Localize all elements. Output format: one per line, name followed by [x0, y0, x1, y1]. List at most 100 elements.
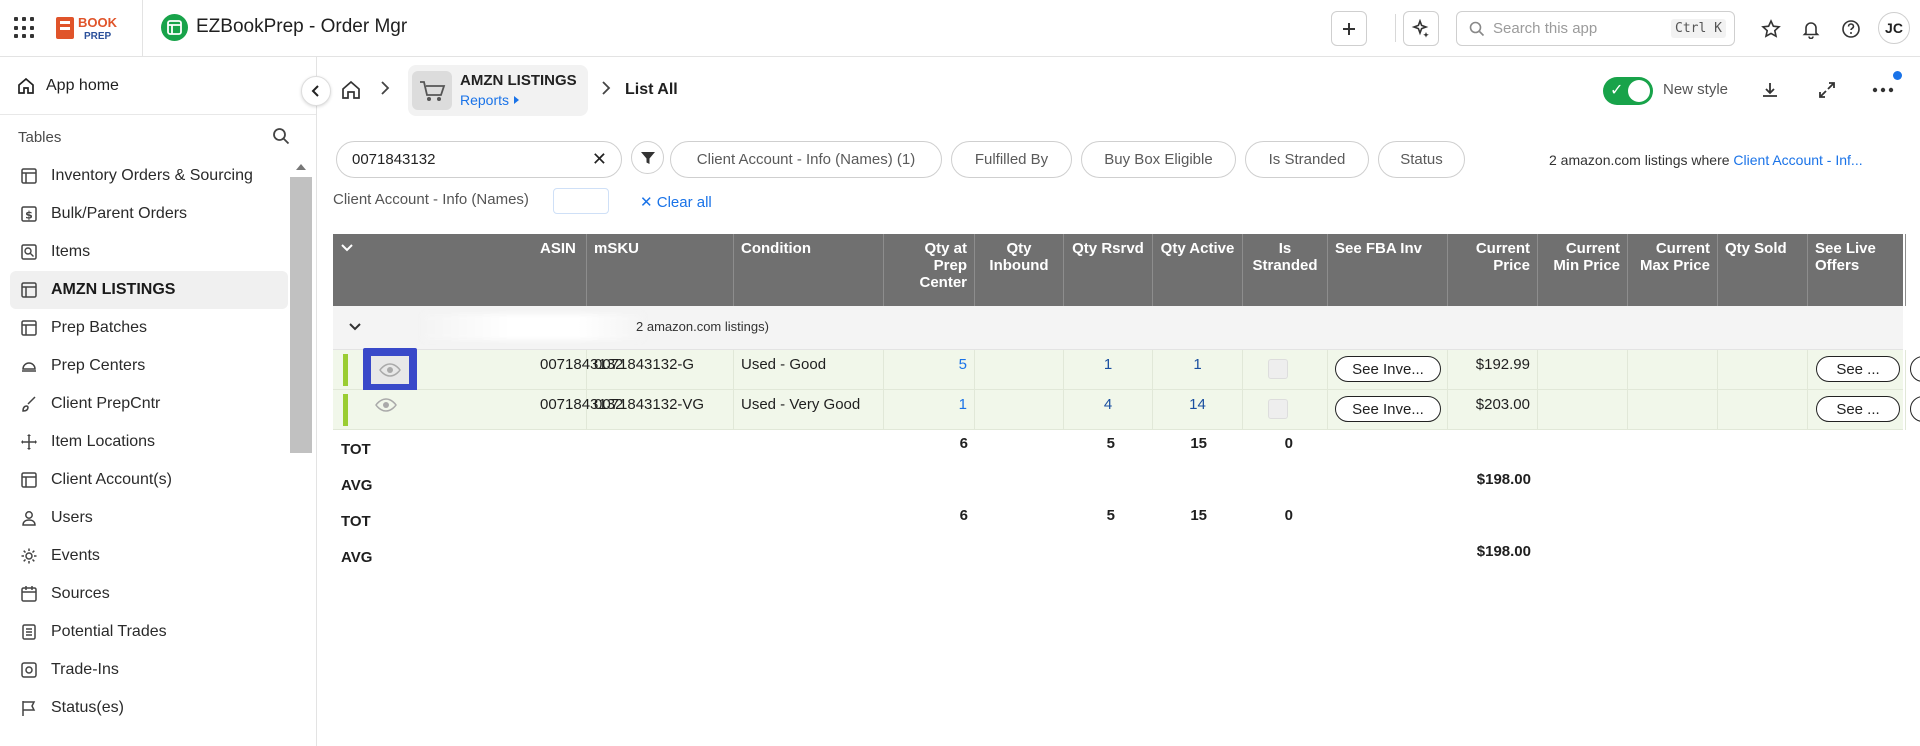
filter-pill-buy-box-eligible[interactable]: Buy Box Eligible — [1081, 141, 1236, 178]
flag-icon — [19, 698, 39, 718]
sidebar-item-amzn-listings[interactable]: AMZN LISTINGS — [10, 271, 288, 309]
summary-filter-link[interactable]: Client Account - Inf... — [1733, 152, 1862, 168]
cell-current-price: $203.00 — [1448, 390, 1538, 430]
sparkle-icon — [1411, 18, 1429, 38]
col-current-max-price[interactable]: Current Max Price — [1628, 234, 1718, 306]
sidebar-item-item-locations[interactable]: Item Locations — [10, 423, 288, 461]
col-condition[interactable]: Condition — [734, 234, 884, 306]
scroll-thumb[interactable] — [290, 177, 312, 453]
breadcrumb-home-icon[interactable] — [340, 79, 362, 106]
sidebar-item-label: Bulk/Parent Orders — [51, 205, 188, 222]
cell-max-price — [1628, 350, 1718, 390]
filter-pill-fulfilled-by[interactable]: Fulfilled By — [951, 141, 1072, 178]
cell-qty-prep[interactable]: 5 — [884, 350, 975, 390]
favorite-star-icon[interactable] — [1760, 18, 1782, 40]
scroll-up-arrow[interactable] — [296, 164, 306, 170]
filter-button[interactable] — [631, 141, 664, 174]
app-home-link[interactable]: App home — [16, 76, 119, 96]
collapse-sidebar-button[interactable] — [301, 76, 331, 106]
see-inventory-button[interactable]: See Inve... — [1335, 356, 1441, 382]
see-offers-button[interactable]: See ... — [1816, 356, 1900, 382]
add-button[interactable] — [1331, 11, 1367, 46]
sidebar-item-status-es[interactable]: Status(es) — [10, 689, 288, 727]
ezbookprep-logo[interactable]: BOOK PREP — [54, 13, 128, 43]
ad-button[interactable]: A — [1910, 356, 1920, 382]
help-icon[interactable] — [1840, 18, 1862, 40]
breadcrumb-table-card[interactable]: AMZN LISTINGS Reports — [408, 65, 588, 116]
group-header-row[interactable]: 2 amazon.com listings) — [333, 306, 1903, 350]
sidebar-item-items[interactable]: Items — [10, 233, 288, 271]
filter-pill-status[interactable]: Status — [1378, 141, 1465, 178]
see-inventory-button[interactable]: See Inve... — [1335, 396, 1441, 422]
view-row-button[interactable] — [375, 398, 397, 417]
col-see-fba-inv[interactable]: See FBA Inv — [1328, 234, 1448, 306]
sidebar-item-trade-ins[interactable]: Trade-Ins — [10, 651, 288, 689]
sidebar-item-client-account-s[interactable]: Client Account(s) — [10, 461, 288, 499]
sidebar-item-bulk-parent-orders[interactable]: $ Bulk/Parent Orders — [10, 195, 288, 233]
sidebar-item-events[interactable]: Events — [10, 537, 288, 575]
col-msku[interactable]: mSKU — [587, 234, 734, 306]
col-asin[interactable]: ASIN — [440, 234, 587, 306]
tables-search-icon[interactable] — [272, 127, 290, 150]
applied-filter-value-box[interactable] — [553, 188, 609, 214]
clear-all-link[interactable]: ✕ Clear all — [640, 193, 712, 211]
clear-search-icon[interactable]: ✕ — [592, 149, 607, 170]
filter-pill-client-account[interactable]: Client Account - Info (Names) (1) — [670, 141, 942, 178]
col-is-stranded[interactable]: Is Stranded — [1243, 234, 1328, 306]
sidebar-item-prep-centers[interactable]: Prep Centers — [10, 347, 288, 385]
col-qty-sold[interactable]: Qty Sold — [1718, 234, 1808, 306]
cell-asin: 0071843132 — [440, 350, 623, 390]
col-qty-active[interactable]: Qty Active — [1153, 234, 1243, 306]
download-icon[interactable] — [1759, 79, 1781, 101]
filter-search-value: 0071843132 — [352, 151, 436, 168]
notification-dot — [1893, 71, 1902, 80]
breadcrumb-reports-link[interactable]: Reports — [460, 92, 521, 108]
sidebar-item-client-prepcntr[interactable]: Client PrepCntr — [10, 385, 288, 423]
sidebar-item-label: Items — [51, 243, 91, 260]
sidebar-item-potential-trades[interactable]: Potential Trades — [10, 613, 288, 651]
collapse-all-header[interactable] — [333, 234, 440, 306]
stranded-checkbox[interactable] — [1268, 359, 1288, 379]
col-qty-prep[interactable]: Qty at Prep Center — [884, 234, 975, 306]
grand-total-qty-prep: 6 — [959, 507, 968, 524]
user-avatar[interactable]: JC — [1878, 12, 1910, 44]
new-style-toggle[interactable]: ✓ — [1603, 77, 1653, 105]
cell-qty-prep[interactable]: 1 — [884, 390, 975, 430]
filter-pill-is-stranded[interactable]: Is Stranded — [1245, 141, 1369, 178]
sidebar-table-list: Inventory Orders & Sourcing $ Bulk/Parent … — [10, 157, 288, 727]
table-row[interactable]: 0071843132 0071843132-G Used - Good 5 1 … — [333, 348, 1920, 392]
average-label: AVG — [341, 477, 373, 494]
more-options-icon[interactable] — [1871, 79, 1895, 101]
col-ad[interactable]: Ad — [1906, 234, 1920, 306]
table-row[interactable]: 0071843132 0071843132-VG Used - Very Goo… — [333, 390, 1920, 430]
col-current-price[interactable]: Current Price — [1448, 234, 1538, 306]
sidebar-item-users[interactable]: Users — [10, 499, 288, 537]
sidebar-item-prep-batches[interactable]: Prep Batches — [10, 309, 288, 347]
stranded-checkbox[interactable] — [1268, 399, 1288, 419]
ad-button[interactable]: A — [1910, 396, 1920, 422]
sidebar-item-label: Prep Centers — [51, 357, 146, 374]
sidebar-scrollbar[interactable] — [290, 162, 312, 746]
cell-is-stranded — [1243, 350, 1328, 390]
app-grid-icon[interactable] — [14, 17, 36, 39]
notification-bell-icon[interactable] — [1800, 18, 1822, 40]
sidebar-item-inventory-orders-sourcing[interactable]: Inventory Orders & Sourcing — [10, 157, 288, 195]
eye-icon — [379, 363, 401, 377]
expand-icon[interactable] — [1816, 79, 1838, 101]
grand-average-row: AVG $198.00 — [333, 538, 1903, 574]
col-current-min-price[interactable]: Current Min Price — [1538, 234, 1628, 306]
col-qty-inbound[interactable]: Qty Inbound — [975, 234, 1064, 306]
app-search-input[interactable]: Search this app Ctrl K — [1456, 11, 1735, 46]
page-title: List All — [625, 81, 678, 98]
see-offers-button[interactable]: See ... — [1816, 396, 1900, 422]
sidebar-item-sources[interactable]: Sources — [10, 575, 288, 613]
col-qty-rsrvd[interactable]: Qty Rsrvd — [1064, 234, 1153, 306]
tables-heading: Tables — [18, 129, 62, 146]
group-label: 2 amazon.com listings) — [636, 319, 769, 334]
filter-search-input[interactable]: 0071843132 ✕ — [336, 141, 622, 178]
ai-assistant-button[interactable] — [1403, 11, 1439, 46]
col-see-live-offers[interactable]: See Live Offers — [1808, 234, 1906, 306]
total-stranded: 0 — [1284, 435, 1293, 452]
toggle-knob — [1628, 80, 1650, 102]
view-row-button-selected[interactable] — [363, 348, 417, 392]
